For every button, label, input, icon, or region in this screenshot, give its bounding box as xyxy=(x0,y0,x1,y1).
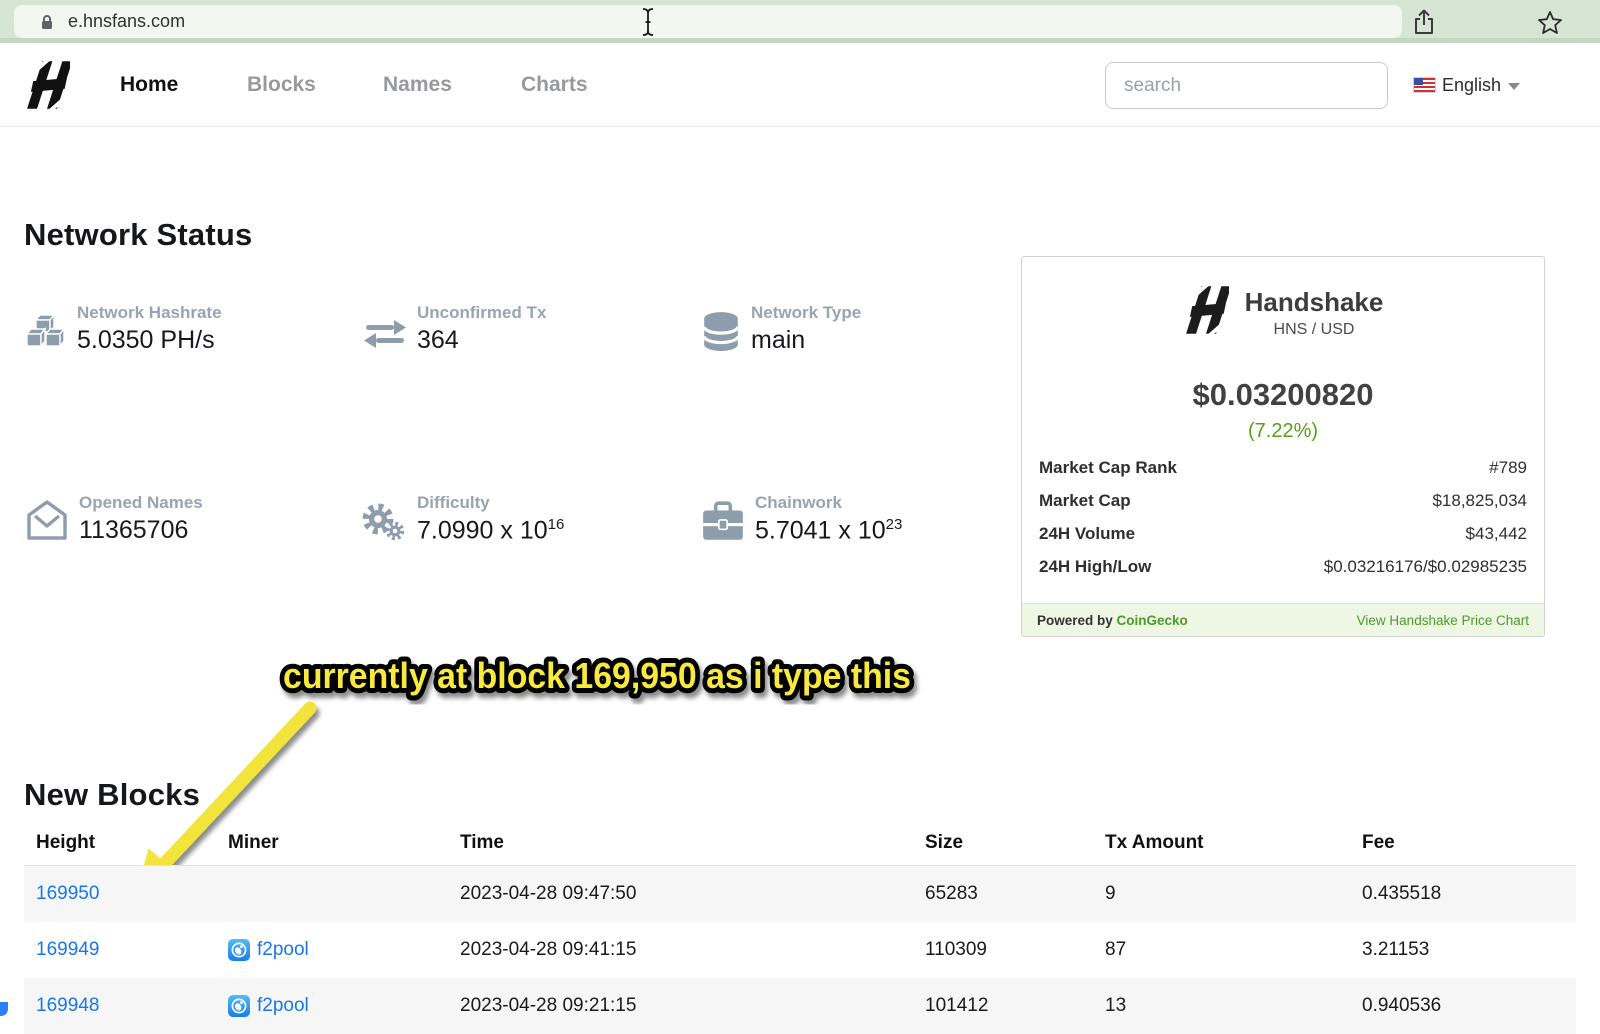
language-label: English xyxy=(1442,75,1501,96)
stat-value: 11365706 xyxy=(79,517,203,543)
stat-label: Network Type xyxy=(751,303,861,323)
stat-value: 7.0990 x 1016 xyxy=(417,517,564,544)
handshake-logo xyxy=(1183,283,1229,342)
tx-amount-cell: 9 xyxy=(1105,883,1116,905)
coin-name: Handshake xyxy=(1245,287,1384,318)
lock-icon xyxy=(40,13,54,31)
share-icon[interactable] xyxy=(1412,8,1436,41)
price-card: Handshake HNS / USD $0.03200820 (7.22%) … xyxy=(1021,256,1545,637)
stat-label: Opened Names xyxy=(79,493,203,513)
exchange-arrows-icon xyxy=(362,316,408,352)
col-size: Size xyxy=(925,832,963,854)
annotation-text: currently at block 169,950 as i type thi… xyxy=(283,655,911,696)
col-time: Time xyxy=(460,832,504,854)
stat-value: main xyxy=(751,327,861,353)
size-cell: 65283 xyxy=(925,883,978,905)
block-height-link[interactable]: 169948 xyxy=(36,995,99,1016)
stat-label: Difficulty xyxy=(417,493,564,513)
stat-network-type: Network Type main xyxy=(700,303,861,353)
nav-item-names[interactable]: Names xyxy=(383,43,452,127)
coin-price: $0.03200820 xyxy=(1022,377,1544,413)
page: e.hnsfans.com xyxy=(0,0,1600,1034)
stat-label: Chainwork xyxy=(755,493,902,513)
size-cell: 110309 xyxy=(925,939,987,961)
fee-cell: 0.940536 xyxy=(1362,995,1441,1017)
fee-cell: 0.435518 xyxy=(1362,883,1441,905)
price-card-header: Handshake HNS / USD xyxy=(1022,283,1544,342)
us-flag-icon xyxy=(1414,78,1435,92)
time-cell: 2023-04-28 09:41:15 xyxy=(460,939,636,961)
table-row: 169948 f2pool 2023-04-28 09:21:15 101412… xyxy=(24,978,1576,1034)
powered-by: Powered by CoinGecko xyxy=(1037,613,1188,628)
col-tx-amount: Tx Amount xyxy=(1105,832,1204,854)
coin-change-percent: (7.22%) xyxy=(1022,420,1544,443)
miner-link[interactable]: f2pool xyxy=(257,939,309,961)
f2pool-icon xyxy=(228,995,250,1017)
col-miner: Miner xyxy=(228,832,279,854)
block-height-link[interactable]: 169950 xyxy=(36,883,99,904)
price-card-footer: Powered by CoinGecko View Handshake Pric… xyxy=(1022,603,1544,636)
coin-pair: HNS / USD xyxy=(1245,321,1384,339)
gears-icon xyxy=(360,495,408,543)
stat-opened-names: Opened Names 11365706 xyxy=(24,493,203,543)
briefcase-icon xyxy=(700,501,746,543)
edge-artifact xyxy=(0,1002,8,1016)
stat-label: Network Hashrate xyxy=(77,303,222,323)
miner-link[interactable]: f2pool xyxy=(257,995,309,1017)
stat-difficulty: Difficulty 7.0990 x 1016 xyxy=(360,493,564,544)
stat-value: 5.0350 PH/s xyxy=(77,327,222,353)
new-blocks-title: New Blocks xyxy=(24,777,200,813)
stat-value: 5.7041 x 1023 xyxy=(755,517,902,544)
market-stats: Market Cap Rank #789 Market Cap $18,825,… xyxy=(1022,451,1544,583)
market-stat-row: 24H Volume $43,442 xyxy=(1022,517,1544,550)
nav-item-blocks[interactable]: Blocks xyxy=(247,43,316,127)
view-price-chart-link[interactable]: View Handshake Price Chart xyxy=(1357,613,1529,628)
table-row: 169950 2023-04-28 09:47:50 65283 9 0.435… xyxy=(24,866,1576,922)
nav-item-home[interactable]: Home xyxy=(120,43,178,127)
network-status-title: Network Status xyxy=(24,217,252,253)
handshake-logo[interactable] xyxy=(24,57,70,118)
table-header: Height Miner Time Size Tx Amount Fee xyxy=(24,820,1576,866)
size-cell: 101412 xyxy=(925,995,988,1017)
coingecko-link[interactable]: CoinGecko xyxy=(1117,613,1188,628)
envelope-icon xyxy=(24,498,70,542)
f2pool-icon xyxy=(228,939,250,961)
tx-amount-cell: 87 xyxy=(1105,939,1126,961)
market-stat-row: Market Cap Rank #789 xyxy=(1022,451,1544,484)
miner-cell: f2pool xyxy=(228,995,309,1017)
database-icon xyxy=(700,310,742,352)
col-height: Height xyxy=(36,832,95,854)
stat-value: 364 xyxy=(417,327,546,353)
time-cell: 2023-04-28 09:47:50 xyxy=(460,883,636,905)
cubes-icon xyxy=(24,310,68,352)
url-text: e.hnsfans.com xyxy=(68,11,185,32)
tx-amount-cell: 13 xyxy=(1105,995,1126,1017)
bookmark-star-icon[interactable] xyxy=(1537,10,1563,40)
miner-cell: f2pool xyxy=(228,939,309,961)
site-header: Home Blocks Names Charts English xyxy=(0,43,1600,127)
blocks-table: Height Miner Time Size Tx Amount Fee 169… xyxy=(24,820,1576,1034)
fee-cell: 3.21153 xyxy=(1362,939,1429,961)
table-row: 169949 f2pool 2023-04-28 09:41:15 xyxy=(24,922,1576,978)
stat-label: Unconfirmed Tx xyxy=(417,303,546,323)
stat-unconfirmed-tx: Unconfirmed Tx 364 xyxy=(362,303,546,353)
chevron-down-icon xyxy=(1508,83,1520,90)
address-bar[interactable]: e.hnsfans.com xyxy=(14,5,1402,38)
stat-chainwork: Chainwork 5.7041 x 1023 xyxy=(700,493,902,544)
market-stat-row: 24H High/Low $0.03216176/$0.02985235 xyxy=(1022,550,1544,583)
nav-item-charts[interactable]: Charts xyxy=(521,43,588,127)
col-fee: Fee xyxy=(1362,832,1395,854)
block-height-link[interactable]: 169949 xyxy=(36,939,99,960)
time-cell: 2023-04-28 09:21:15 xyxy=(460,995,636,1017)
stat-network-hashrate: Network Hashrate 5.0350 PH/s xyxy=(24,303,222,353)
market-stat-row: Market Cap $18,825,034 xyxy=(1022,484,1544,517)
language-selector[interactable]: English xyxy=(1414,43,1520,127)
search-input[interactable] xyxy=(1105,62,1388,109)
browser-toolbar: e.hnsfans.com xyxy=(0,0,1600,43)
